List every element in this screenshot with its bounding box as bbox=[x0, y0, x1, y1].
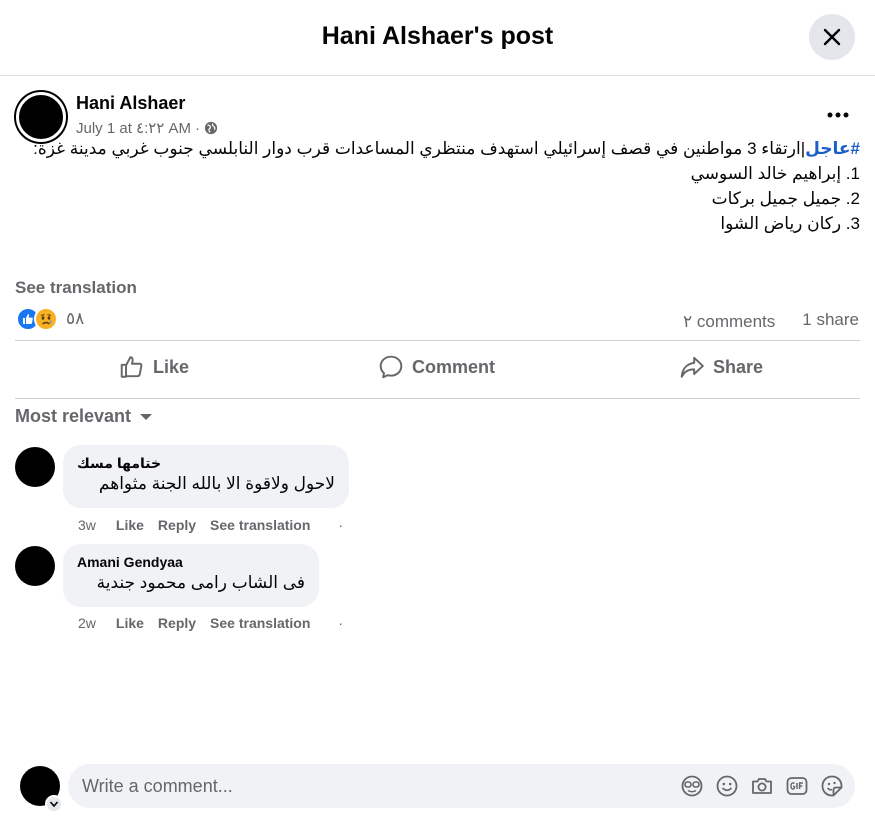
comment-dot: · bbox=[338, 615, 344, 631]
comment-input[interactable] bbox=[82, 764, 642, 808]
comment-age[interactable]: 2w bbox=[78, 615, 96, 631]
list-item: 2. جميل جميل بركات bbox=[711, 189, 860, 208]
divider bbox=[15, 340, 860, 341]
comment-author[interactable]: ختامها مسك bbox=[77, 454, 335, 472]
commenter-avatar[interactable] bbox=[15, 447, 55, 487]
sticker-icon bbox=[821, 775, 843, 797]
share-button[interactable]: Share bbox=[679, 345, 763, 389]
list-item: 1. إبراهيم خالد السوسي bbox=[690, 164, 860, 183]
comment-label: Comment bbox=[412, 356, 496, 377]
comment-actions: 3w Like Reply See translation · bbox=[78, 517, 343, 533]
dialog-title: Hani Alshaer's post bbox=[321, 22, 554, 50]
comments-count[interactable]: ٢ comments bbox=[683, 309, 783, 334]
close-icon bbox=[823, 28, 841, 46]
comment-sort-dropdown[interactable]: Most relevant bbox=[15, 406, 153, 427]
sticker-button[interactable] bbox=[820, 774, 844, 798]
close-button[interactable] bbox=[809, 14, 855, 60]
comment-reply-link[interactable]: Reply bbox=[158, 615, 196, 631]
comment-translation-link[interactable]: See translation bbox=[210, 517, 310, 533]
thumbs-up-icon bbox=[120, 356, 143, 378]
like-button[interactable]: Like bbox=[119, 345, 189, 389]
sort-label: Most relevant bbox=[15, 406, 132, 426]
comment-icon bbox=[379, 355, 403, 379]
comment-composer bbox=[68, 764, 855, 808]
comment-translation-link[interactable]: See translation bbox=[210, 615, 310, 631]
reactions-summary[interactable]: ٥٨ bbox=[16, 307, 84, 331]
share-icon bbox=[680, 356, 704, 378]
profile-switcher[interactable] bbox=[45, 795, 63, 813]
comment-age[interactable]: 3w bbox=[78, 517, 96, 533]
comment-actions: 2w Like Reply See translation · bbox=[78, 615, 343, 631]
post-body: |ارتقاء 3 مواطنين في قصف إسرائيلي استهدف… bbox=[33, 139, 806, 158]
comment-bubble: ختامها مسك لاحول ولاقوة الا بالله الجنة … bbox=[63, 445, 349, 508]
post-date[interactable]: July 1 at ٤:٢٢ AM bbox=[76, 119, 191, 137]
post-meta: July 1 at ٤:٢٢ AM · bbox=[76, 119, 218, 137]
divider bbox=[15, 398, 860, 399]
commenter-avatar[interactable] bbox=[15, 546, 55, 586]
globe-icon[interactable] bbox=[204, 121, 218, 135]
shares-count[interactable]: 1 share bbox=[802, 310, 859, 330]
names-list: 1. إبراهيم خالد السوسي 2. جميل جميل بركا… bbox=[15, 161, 860, 236]
comment-dot: · bbox=[338, 517, 344, 533]
camera-icon bbox=[752, 778, 772, 794]
caret-down-icon bbox=[140, 413, 153, 420]
author-name[interactable]: Hani Alshaer bbox=[76, 93, 185, 114]
gif-icon bbox=[786, 777, 808, 795]
avatar-sticker-icon bbox=[681, 775, 703, 797]
share-label: Share bbox=[713, 356, 764, 377]
avatar-sticker-button[interactable] bbox=[680, 774, 704, 798]
comment-text: لاحول ولاقوة الا بالله الجنة مثواهم bbox=[98, 474, 335, 493]
post-dialog-header: Hani Alshaer's post bbox=[0, 0, 875, 76]
like-label: Like bbox=[153, 356, 190, 377]
camera-button[interactable] bbox=[750, 774, 774, 798]
author-avatar[interactable] bbox=[16, 92, 66, 142]
comment-text: فى الشاب رامى محمود جندية bbox=[96, 573, 305, 592]
comment-author[interactable]: Amani Gendyaa bbox=[77, 553, 305, 571]
comment-button[interactable]: Comment bbox=[378, 345, 495, 389]
gif-button[interactable] bbox=[785, 774, 809, 798]
list-item: 3. ركان رياض الشوا bbox=[720, 214, 860, 233]
reaction-count: ٥٨ bbox=[66, 309, 85, 328]
chevron-down-icon bbox=[49, 801, 59, 808]
meta-separator: · bbox=[195, 119, 201, 137]
see-translation-link[interactable]: See translation bbox=[15, 278, 137, 298]
comment-reply-link[interactable]: Reply bbox=[158, 517, 196, 533]
more-options-button[interactable] bbox=[822, 103, 854, 127]
emoji-icon bbox=[716, 775, 738, 797]
comment-like-link[interactable]: Like bbox=[116, 517, 144, 533]
more-icon bbox=[827, 112, 849, 118]
hashtag-link[interactable]: #عاجل bbox=[805, 139, 860, 158]
emoji-button[interactable] bbox=[715, 774, 739, 798]
sad-icon bbox=[34, 307, 58, 331]
post-text: #عاجل|ارتقاء 3 مواطنين في قصف إسرائيلي ا… bbox=[15, 136, 860, 236]
comment-bubble: Amani Gendyaa فى الشاب رامى محمود جندية bbox=[63, 544, 319, 607]
comment-like-link[interactable]: Like bbox=[116, 615, 144, 631]
